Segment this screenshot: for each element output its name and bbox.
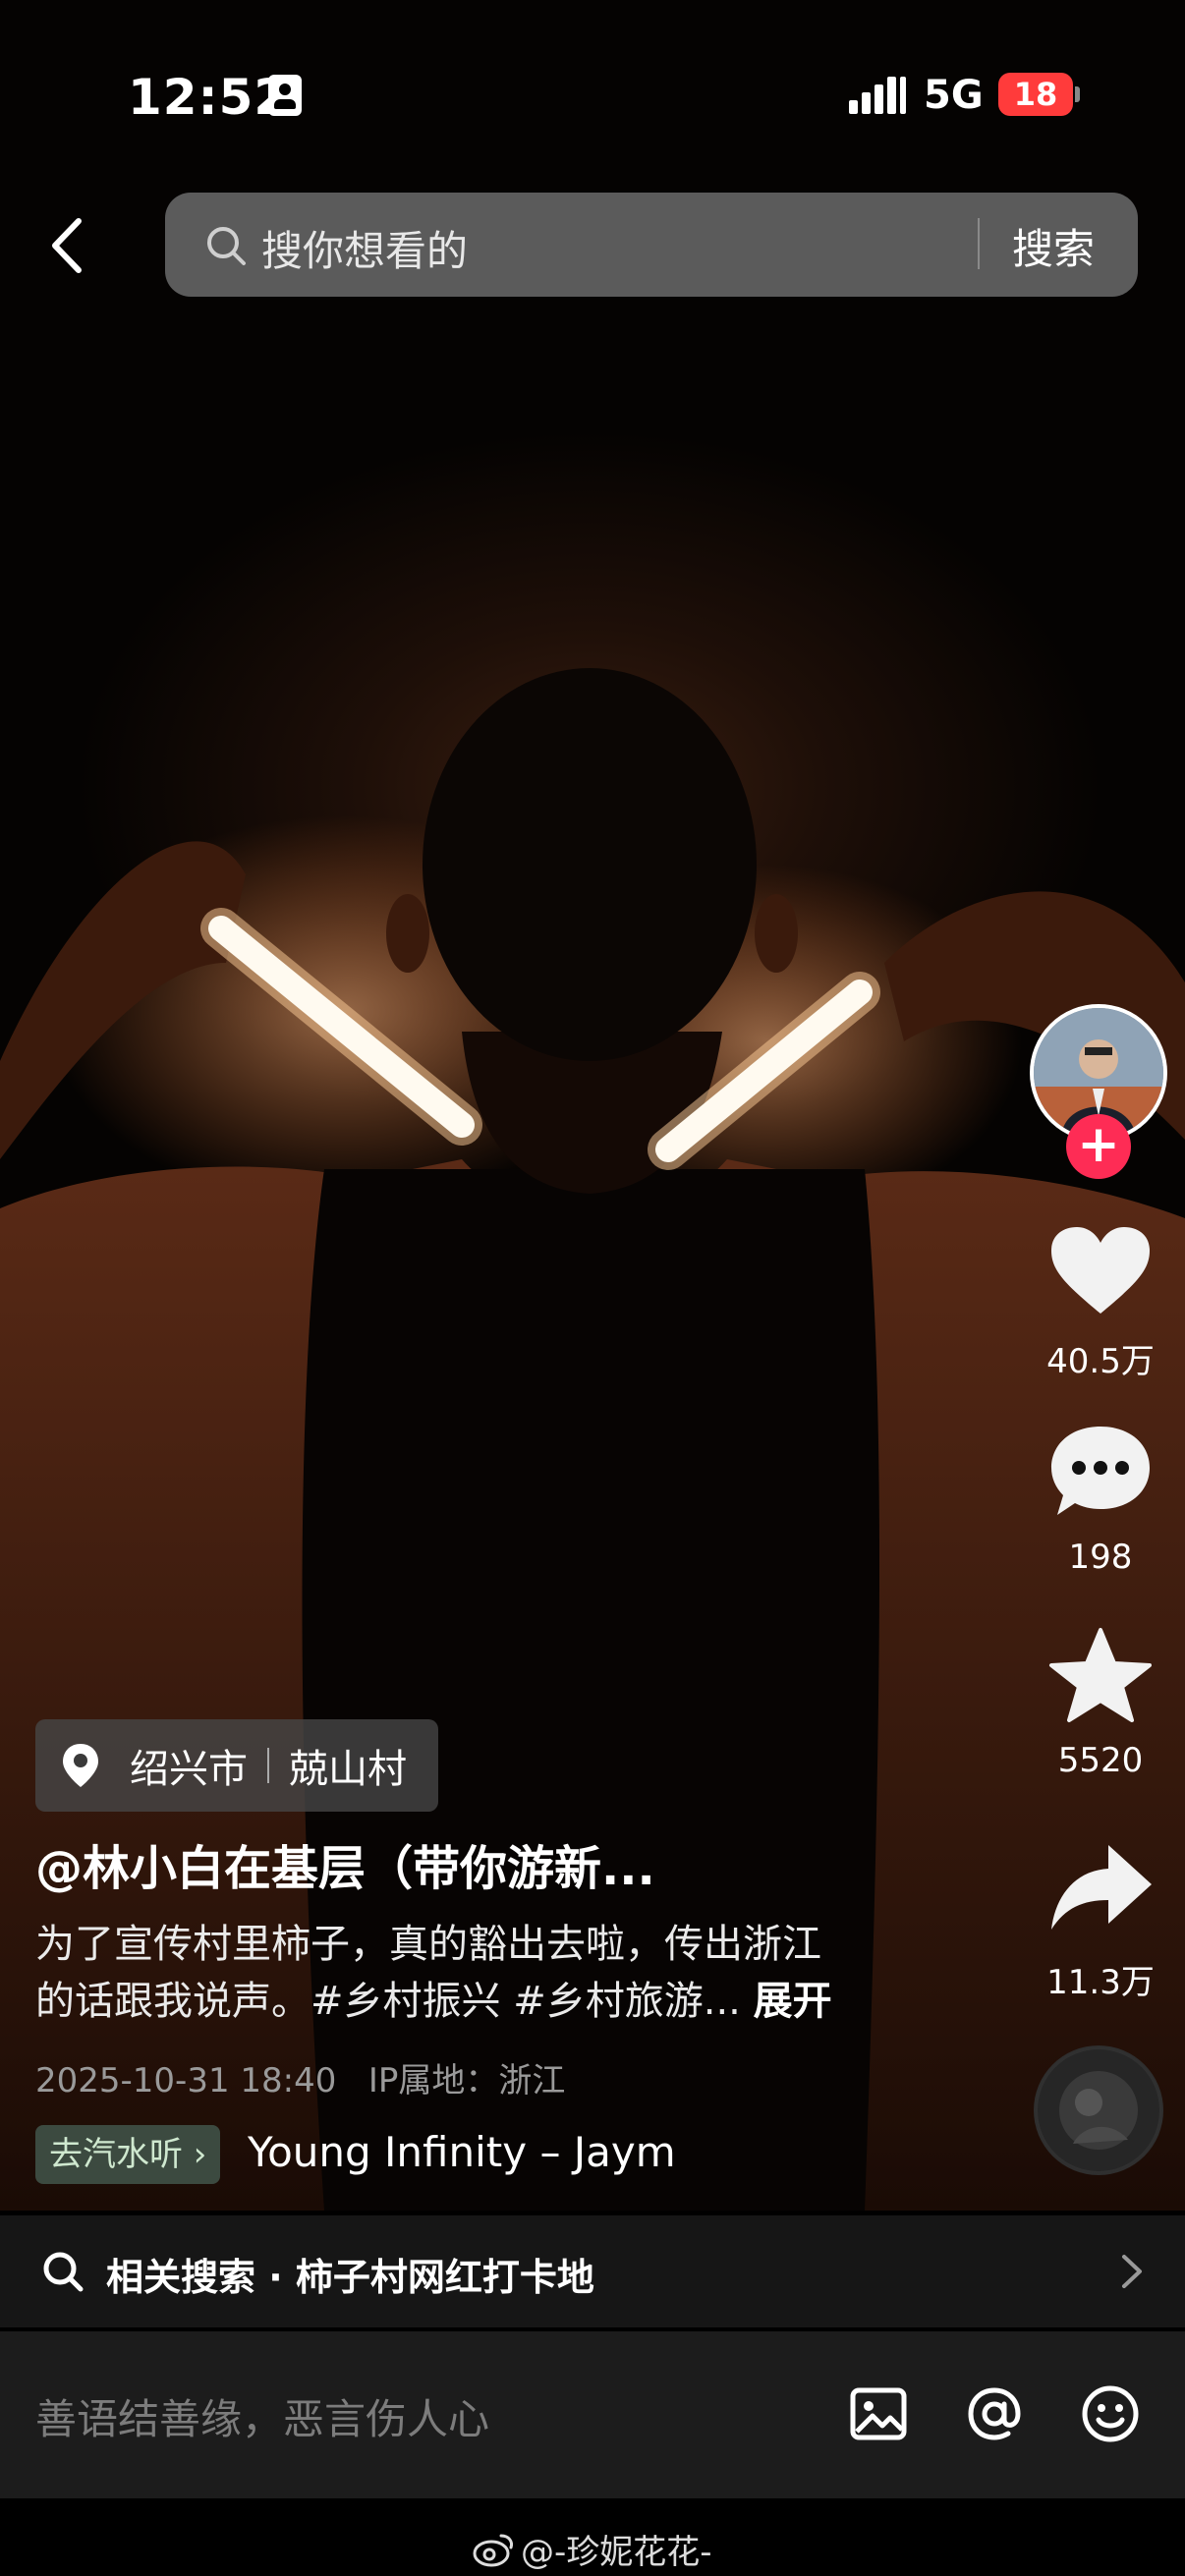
post-datetime: 2025-10-31 18:40 xyxy=(35,2061,337,2100)
comment-input[interactable]: 善语结善缘，恶言伤人心 xyxy=(35,2386,489,2446)
battery-tip xyxy=(1075,86,1080,102)
search-input[interactable]: 搜你想看的 xyxy=(261,218,468,278)
at-icon[interactable] xyxy=(963,2382,1026,2445)
description-text: 的话跟我说声。#乡村振兴 #乡村旅游... xyxy=(35,1979,741,2024)
location-village: 兢山村 xyxy=(289,1747,407,1792)
location-pin-icon xyxy=(63,1744,98,1787)
search-icon xyxy=(207,227,246,265)
watermark-text: @-珍妮花花- xyxy=(521,2533,712,2572)
battery-level: 18 xyxy=(998,73,1073,116)
expand-button[interactable]: 展开 xyxy=(754,1979,832,2024)
id-card-icon xyxy=(268,75,302,116)
image-icon[interactable] xyxy=(847,2382,910,2445)
watermark: @-珍妮花花- xyxy=(472,2525,712,2573)
comment-count: 198 xyxy=(1068,1538,1133,1577)
related-search-bar[interactable]: 相关搜索 · 柿子村网红打卡地 xyxy=(0,2215,1185,2327)
ip-location: IP属地：浙江 xyxy=(367,2061,566,2100)
search-icon xyxy=(43,2252,84,2292)
chevron-right-icon xyxy=(1122,2255,1142,2288)
comment-bar: 善语结善缘，恶言伤人心 xyxy=(0,2331,1185,2498)
emoji-icon[interactable] xyxy=(1079,2382,1142,2445)
search-box[interactable]: 搜你想看的 搜索 xyxy=(165,193,1138,297)
description-line-2: 的话跟我说声。#乡村振兴 #乡村旅游... 展开 xyxy=(35,1973,920,2030)
search-divider xyxy=(978,218,980,269)
star-icon[interactable] xyxy=(1045,1626,1156,1724)
related-search-text: 相关搜索 · 柿子村网红打卡地 xyxy=(106,2256,594,2299)
signal-icon xyxy=(849,77,906,114)
description-line-1: 为了宣传村里柿子，真的豁出去啦，传出浙江 xyxy=(35,1922,821,1967)
music-app-tag[interactable]: 去汽水听 › xyxy=(35,2125,221,2184)
location-separator xyxy=(267,1748,269,1783)
search-button[interactable]: 搜索 xyxy=(1012,216,1095,276)
follow-button[interactable]: + xyxy=(1066,1114,1131,1179)
like-count: 40.5万 xyxy=(1046,1342,1155,1381)
location-city: 绍兴市 xyxy=(130,1747,248,1792)
share-icon[interactable] xyxy=(1045,1839,1156,1937)
post-description: 为了宣传村里柿子，真的豁出去啦，传出浙江 的话跟我说声。#乡村振兴 #乡村旅游.… xyxy=(35,1916,920,2030)
post-meta: 2025-10-31 18:40 IP属地：浙江 xyxy=(35,2053,565,2101)
back-icon[interactable] xyxy=(39,211,98,280)
comment-icon[interactable] xyxy=(1045,1423,1156,1521)
weibo-icon xyxy=(473,2534,513,2566)
network-type: 5G xyxy=(924,73,984,118)
heart-icon[interactable] xyxy=(1045,1223,1156,1321)
share-count: 11.3万 xyxy=(1046,1963,1155,2002)
location-tag[interactable]: 绍兴市 兢山村 xyxy=(35,1719,438,1812)
author-name[interactable]: @林小白在基层（带你游新... xyxy=(35,1829,655,1898)
music-name[interactable]: Young Infinity – Jaym xyxy=(248,2128,719,2176)
favorite-count: 5520 xyxy=(1057,1741,1144,1780)
music-disc[interactable] xyxy=(1034,2045,1163,2175)
status-time: 12:52 xyxy=(128,69,290,126)
